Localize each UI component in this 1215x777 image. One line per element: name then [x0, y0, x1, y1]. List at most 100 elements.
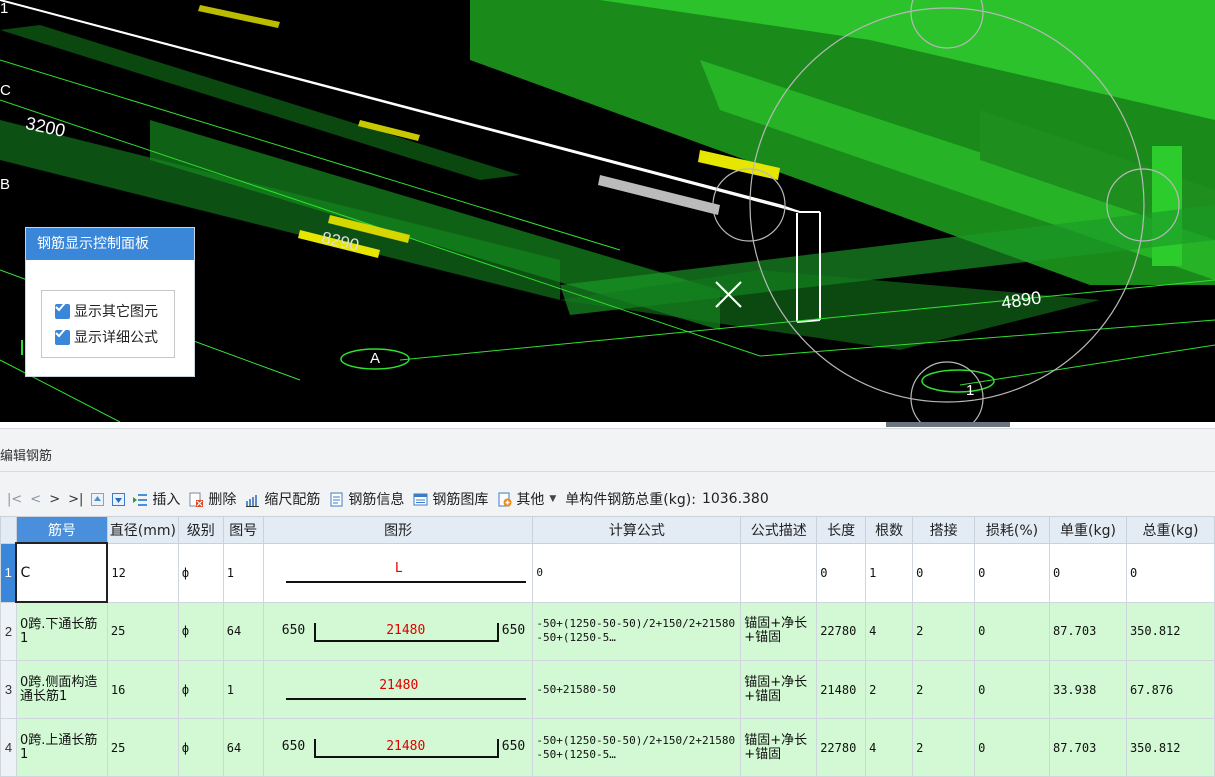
count-cell[interactable]: 1: [865, 542, 914, 603]
total-weight-cell[interactable]: 67.876: [1125, 660, 1215, 719]
unit-weight-cell[interactable]: 87.703: [1048, 601, 1127, 661]
rebar-name-cell[interactable]: C: [15, 542, 109, 603]
lap-cell[interactable]: 2: [912, 718, 976, 777]
panel-resize-handle[interactable]: [886, 422, 1010, 427]
column-header-count[interactable]: 根数: [865, 516, 914, 544]
scale-rebar-button[interactable]: 缩尺配筋: [245, 489, 320, 509]
rebar-name-cell[interactable]: 0跨.上通长筋1: [15, 718, 108, 777]
column-header-total-weight[interactable]: 总重(kg): [1125, 516, 1215, 544]
display-options-box: 显示其它图元 显示详细公式: [41, 290, 175, 358]
lap-cell[interactable]: 2: [912, 601, 976, 661]
checkbox-checked-icon[interactable]: [55, 328, 70, 345]
loss-cell[interactable]: 0: [974, 542, 1050, 603]
column-header-loss[interactable]: 损耗(%): [974, 516, 1050, 544]
diameter-cell[interactable]: 16: [106, 660, 179, 719]
insert-label: 插入: [152, 492, 181, 508]
lap-cell[interactable]: 2: [912, 660, 976, 719]
checkbox-checked-icon[interactable]: [55, 302, 70, 319]
length-cell[interactable]: 21480: [816, 660, 867, 719]
divider: [0, 471, 1215, 472]
formula-desc-cell[interactable]: [740, 542, 818, 603]
scale-rebar-icon: [245, 492, 260, 507]
table-header-row: 筋号 直径(mm) 级别 图号 图形 计算公式 公式描述 长度 根数 搭接 损耗…: [0, 516, 1215, 544]
diameter-cell[interactable]: 25: [106, 601, 179, 661]
rebar-info-button[interactable]: 钢筋信息: [329, 489, 404, 509]
table-row[interactable]: 1 C 12 ф 1 L 0 0 1 0 0 0 0: [0, 542, 1215, 603]
previous-record-button[interactable]: <: [30, 492, 41, 507]
grade-cell[interactable]: ф: [177, 542, 224, 603]
lap-cell[interactable]: 0: [912, 542, 976, 603]
length-cell[interactable]: 22780: [816, 601, 867, 661]
figure-no-cell[interactable]: 1: [222, 660, 264, 719]
document-icon: [329, 492, 344, 507]
column-header-figure-no[interactable]: 图号: [222, 516, 264, 544]
delete-button[interactable]: 删除: [189, 489, 236, 509]
insert-button[interactable]: 插入: [133, 489, 180, 509]
loss-cell[interactable]: 0: [974, 601, 1050, 661]
formula-desc-cell[interactable]: 锚固+净长+锚固: [740, 601, 818, 661]
rebar-name-cell[interactable]: 0跨.侧面构造通长筋1: [15, 660, 108, 719]
formula-cell[interactable]: -50+(1250-50-50)/2+150/2+21580-50+(1250-…: [532, 601, 742, 661]
figure-no-cell[interactable]: 64: [222, 601, 264, 661]
formula-desc-cell[interactable]: 锚固+净长+锚固: [740, 718, 818, 777]
count-cell[interactable]: 4: [865, 718, 914, 777]
count-cell[interactable]: 4: [865, 601, 914, 661]
total-weight-cell[interactable]: 350.812: [1125, 601, 1215, 661]
unit-weight-cell[interactable]: 33.938: [1048, 660, 1127, 719]
column-header-rebar-no[interactable]: 筋号: [15, 516, 108, 544]
column-header-formula[interactable]: 计算公式: [532, 516, 742, 544]
shape-cell[interactable]: 21480: [262, 660, 534, 719]
figure-no-cell[interactable]: 1: [222, 542, 264, 603]
show-other-elements-option[interactable]: 显示其它图元: [55, 301, 158, 321]
shape-cell[interactable]: 650 21480 650: [262, 601, 534, 661]
loss-cell[interactable]: 0: [974, 718, 1050, 777]
total-weight-cell[interactable]: 350.812: [1125, 718, 1215, 777]
total-weight-cell[interactable]: 0: [1125, 542, 1215, 603]
next-record-button[interactable]: >: [49, 492, 60, 507]
unit-weight-cell[interactable]: 0: [1048, 542, 1127, 603]
column-header-diameter[interactable]: 直径(mm): [106, 516, 179, 544]
diameter-cell[interactable]: 12: [106, 542, 179, 603]
grade-cell[interactable]: ф: [177, 660, 224, 719]
shape-cell[interactable]: 650 21480 650: [262, 718, 534, 777]
column-header-unit-weight[interactable]: 单重(kg): [1048, 516, 1127, 544]
other-dropdown-button[interactable]: 其他 ▼: [497, 489, 556, 509]
table-row[interactable]: 3 0跨.侧面构造通长筋1 16 ф 1 21480 -50+21580-50 …: [0, 660, 1215, 719]
column-header-formula-desc[interactable]: 公式描述: [740, 516, 818, 544]
formula-desc-cell[interactable]: 锚固+净长+锚固: [740, 660, 818, 719]
column-header-shape[interactable]: 图形: [262, 516, 534, 544]
table-row[interactable]: 4 0跨.上通长筋1 25 ф 64 650 21480 650 -50+(12…: [0, 718, 1215, 777]
loss-cell[interactable]: 0: [974, 660, 1050, 719]
row-number[interactable]: 3: [0, 660, 17, 719]
formula-cell[interactable]: -50+(1250-50-50)/2+150/2+21580-50+(1250-…: [532, 718, 742, 777]
move-down-icon[interactable]: [112, 492, 126, 506]
grade-cell[interactable]: ф: [177, 601, 224, 661]
unit-weight-cell[interactable]: 87.703: [1048, 718, 1127, 777]
move-up-icon[interactable]: [91, 492, 105, 506]
grade-cell[interactable]: ф: [177, 718, 224, 777]
formula-cell[interactable]: -50+21580-50: [532, 660, 742, 719]
shape-cell[interactable]: L: [262, 542, 534, 603]
column-header-lap[interactable]: 搭接: [912, 516, 976, 544]
rebar-info-label: 钢筋信息: [348, 492, 405, 508]
count-cell[interactable]: 2: [865, 660, 914, 719]
length-cell[interactable]: 0: [816, 542, 867, 603]
column-header-length[interactable]: 长度: [816, 516, 867, 544]
diameter-cell[interactable]: 25: [106, 718, 179, 777]
row-number[interactable]: 1: [0, 542, 17, 603]
table-row[interactable]: 2 0跨.下通长筋1 25 ф 64 650 21480 650 -50+(12…: [0, 601, 1215, 661]
row-number[interactable]: 2: [0, 601, 17, 661]
figure-no-cell[interactable]: 64: [222, 718, 264, 777]
left-hook-length: 650: [281, 622, 306, 638]
last-record-button[interactable]: >|: [68, 492, 83, 507]
formula-cell[interactable]: 0: [532, 542, 742, 603]
row-number[interactable]: 4: [0, 718, 17, 777]
column-header-grade[interactable]: 级别: [177, 516, 224, 544]
rebar-name-cell[interactable]: 0跨.下通长筋1: [15, 601, 108, 661]
rebar-library-button[interactable]: 钢筋图库: [413, 489, 488, 509]
first-record-button[interactable]: |<: [7, 492, 22, 507]
show-detailed-formula-option[interactable]: 显示详细公式: [55, 327, 158, 347]
3d-viewport[interactable]: 3200 8290 4890 C B A 1 1 钢筋显示控制面板 显示其它图元…: [0, 0, 1215, 422]
length-cell[interactable]: 22780: [816, 718, 867, 777]
axis-label-1: 1: [966, 382, 975, 399]
